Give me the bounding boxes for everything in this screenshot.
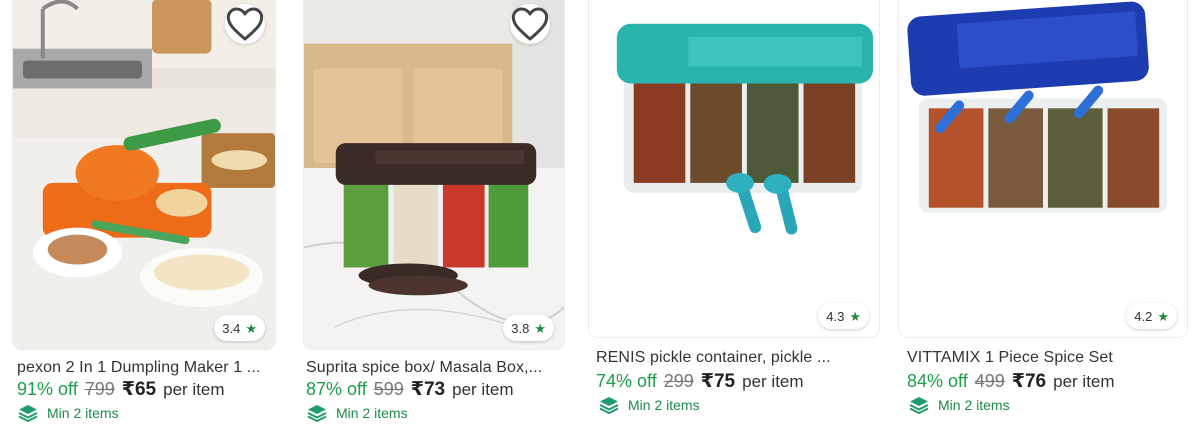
product-title[interactable]: Suprita spice box/ Masala Box,... xyxy=(306,359,568,377)
star-icon: ★ xyxy=(534,320,546,336)
per-item-label: per item xyxy=(163,380,225,399)
product-image-spice-set xyxy=(899,0,1187,337)
product-card[interactable]: 3.4 ★ pexon 2 In 1 Dumpling Maker 1 ... … xyxy=(0,0,290,435)
discount-text: 84% off xyxy=(907,371,968,391)
product-title[interactable]: VITTAMIX 1 Piece Spice Set xyxy=(907,349,1189,367)
per-item-label: per item xyxy=(452,380,514,399)
per-item-label: per item xyxy=(1053,372,1115,391)
min-quantity-row: Min 2 items xyxy=(598,395,700,415)
product-image[interactable]: 3.8 ★ xyxy=(303,0,565,350)
final-price: ₹76 xyxy=(1011,371,1047,392)
min-quantity-text: Min 2 items xyxy=(336,405,408,421)
product-card[interactable]: 4.3 ★ RENIS pickle container, pickle ...… xyxy=(580,0,890,435)
product-card[interactable]: 3.8 ★ Suprita spice box/ Masala Box,... … xyxy=(290,0,580,435)
product-card[interactable]: 4.2 ★ VITTAMIX 1 Piece Spice Set 84% off… xyxy=(890,0,1200,435)
final-price: ₹65 xyxy=(121,379,157,400)
product-image[interactable]: 4.2 ★ xyxy=(898,0,1188,338)
discount-text: 74% off xyxy=(596,371,657,391)
min-quantity-row: Min 2 items xyxy=(17,403,119,423)
original-price: 299 xyxy=(663,371,694,391)
rating-badge: 3.4 ★ xyxy=(214,315,265,341)
min-quantity-text: Min 2 items xyxy=(47,405,119,421)
product-title[interactable]: RENIS pickle container, pickle ... xyxy=(596,349,878,367)
product-image[interactable]: 4.3 ★ xyxy=(588,0,880,338)
star-icon: ★ xyxy=(1157,308,1169,324)
rating-value: 3.8 xyxy=(511,320,530,336)
price-row: 87% off 599 ₹73 per item xyxy=(306,378,514,401)
original-price: 799 xyxy=(84,379,115,399)
product-image[interactable]: 3.4 ★ xyxy=(12,0,276,350)
rating-badge: 4.3 ★ xyxy=(818,303,869,329)
price-row: 91% off 799 ₹65 per item xyxy=(17,378,225,401)
min-quantity-row: Min 2 items xyxy=(908,395,1010,415)
rating-value: 4.3 xyxy=(826,308,845,324)
min-quantity-text: Min 2 items xyxy=(938,397,1010,413)
final-price: ₹75 xyxy=(700,371,736,392)
original-price: 599 xyxy=(373,379,404,399)
rating-badge: 3.8 ★ xyxy=(503,315,554,341)
rating-value: 4.2 xyxy=(1134,308,1153,324)
price-row: 74% off 299 ₹75 per item xyxy=(596,370,804,393)
discount-text: 87% off xyxy=(306,379,367,399)
discount-text: 91% off xyxy=(17,379,78,399)
product-image-spice-box xyxy=(304,0,564,349)
product-image-pickle-container xyxy=(589,0,879,337)
star-icon: ★ xyxy=(849,308,861,324)
product-title[interactable]: pexon 2 In 1 Dumpling Maker 1 ... xyxy=(17,359,279,377)
heart-outline-icon xyxy=(226,7,264,41)
price-row: 84% off 499 ₹76 per item xyxy=(907,370,1115,393)
layers-icon xyxy=(599,397,619,415)
rating-badge: 4.2 ★ xyxy=(1126,303,1177,329)
final-price: ₹73 xyxy=(410,379,446,400)
min-quantity-row: Min 2 items xyxy=(306,403,408,423)
per-item-label: per item xyxy=(742,372,804,391)
star-icon: ★ xyxy=(245,320,257,336)
layers-icon xyxy=(18,405,38,423)
favorite-button[interactable] xyxy=(225,4,265,44)
min-quantity-text: Min 2 items xyxy=(628,397,700,413)
layers-icon xyxy=(909,397,929,415)
layers-icon xyxy=(307,405,327,423)
favorite-button[interactable] xyxy=(510,4,550,44)
heart-outline-icon xyxy=(511,7,549,41)
original-price: 499 xyxy=(974,371,1005,391)
rating-value: 3.4 xyxy=(222,320,241,336)
product-image-dumpling-maker xyxy=(13,0,275,349)
